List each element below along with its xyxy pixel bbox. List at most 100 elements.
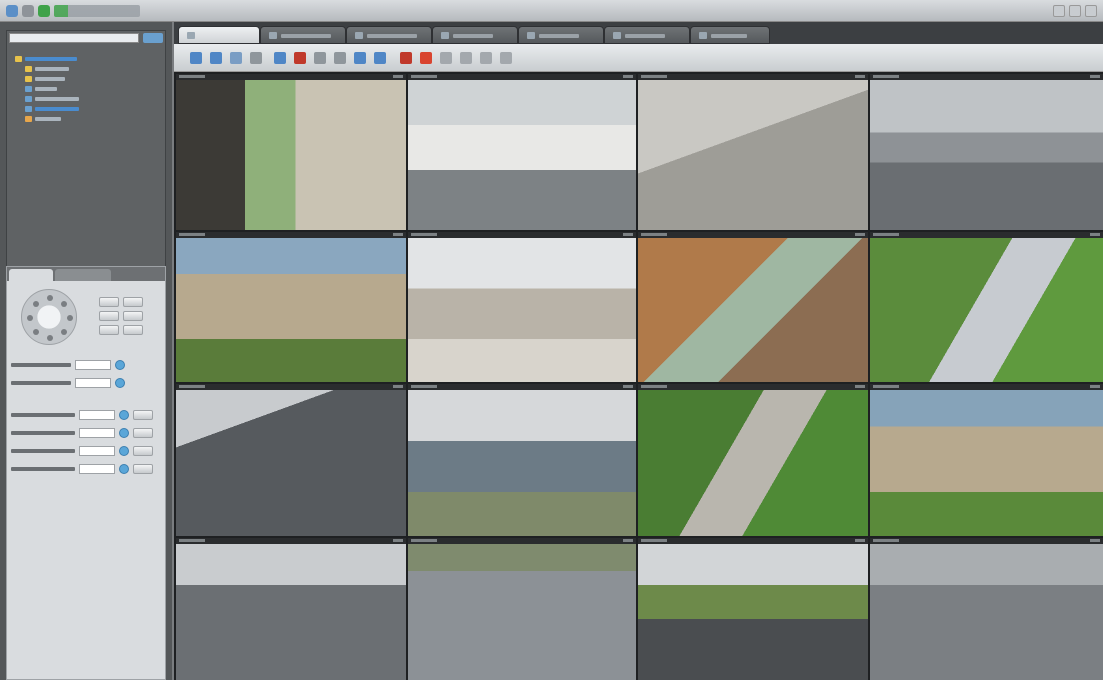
zoom-icon[interactable]: [480, 52, 492, 64]
camera-tile[interactable]: [408, 232, 636, 382]
camera-tile[interactable]: [408, 74, 636, 230]
tree-search-input[interactable]: [9, 33, 139, 43]
talk-icon[interactable]: [460, 52, 472, 64]
ptz-downleft-icon[interactable]: [33, 329, 39, 335]
camera-feed-parking-ramp: [870, 544, 1103, 680]
settings-icon[interactable]: [500, 52, 512, 64]
iris-close-button[interactable]: [123, 325, 143, 335]
camera-tile[interactable]: [176, 384, 406, 536]
ptz-upright-icon[interactable]: [61, 301, 67, 307]
ptz-speed-field-2[interactable]: [75, 377, 111, 388]
camera-tile[interactable]: [870, 232, 1103, 382]
ptz-right-icon[interactable]: [67, 315, 73, 321]
camera-tile[interactable]: [176, 538, 406, 680]
focus-near-button[interactable]: [99, 311, 119, 321]
ptz-speed-knob-1[interactable]: [115, 359, 125, 370]
layout-4x4-icon[interactable]: [250, 52, 262, 64]
tab-6[interactable]: [604, 26, 690, 44]
camera-feed-corridor-floor: [638, 80, 868, 230]
alarm-icon[interactable]: [420, 52, 432, 64]
focus-far-button[interactable]: [123, 311, 143, 321]
camera-tile[interactable]: [176, 74, 406, 230]
app-menu-icon[interactable]: [22, 5, 34, 17]
ptz-left-icon[interactable]: [27, 315, 33, 321]
tree-item-camera-3[interactable]: [25, 105, 79, 113]
live-view-icon: [187, 32, 195, 39]
camera-feed-city-rooftop-view: [408, 390, 636, 536]
scan-knob[interactable]: [119, 463, 129, 474]
folder-icon: [25, 76, 32, 82]
tree-item-group-2[interactable]: [25, 75, 65, 83]
ptz-up-icon[interactable]: [47, 295, 53, 301]
camera-feed-parking-lot-car: [176, 544, 406, 680]
camera-tile[interactable]: [176, 232, 406, 382]
ptz-speed-knob-2[interactable]: [115, 377, 125, 388]
camera-tile[interactable]: [870, 74, 1103, 230]
preset-go-button[interactable]: [133, 409, 153, 420]
maximize-icon[interactable]: [1069, 5, 1081, 17]
tree-item-root[interactable]: [15, 55, 77, 63]
layout-2x2-icon[interactable]: [210, 52, 222, 64]
scan-go-button[interactable]: [133, 463, 153, 474]
snapshot-icon[interactable]: [334, 52, 346, 64]
tab-3[interactable]: [346, 26, 432, 44]
sequence-icon[interactable]: [314, 52, 326, 64]
layout-custom-icon[interactable]: [274, 52, 286, 64]
preset-row: [11, 409, 153, 420]
track-go-button[interactable]: [133, 445, 153, 456]
tab-ptz[interactable]: [9, 269, 53, 281]
scan-field[interactable]: [79, 463, 115, 474]
cruise-knob[interactable]: [119, 427, 129, 438]
tab-4[interactable]: [432, 26, 518, 44]
tab-preset[interactable]: [55, 269, 111, 281]
tree-item-camera-1[interactable]: [25, 85, 57, 93]
camera-tile[interactable]: [638, 384, 868, 536]
ptz-speed-field-1[interactable]: [75, 359, 111, 370]
camera-tile[interactable]: [870, 384, 1103, 536]
stop-all-icon[interactable]: [294, 52, 306, 64]
camera-feed-lab-desk: [408, 80, 636, 230]
camera-tile[interactable]: [638, 538, 868, 680]
camera-tile[interactable]: [870, 538, 1103, 680]
camera-tile[interactable]: [408, 538, 636, 680]
tab-5[interactable]: [518, 26, 604, 44]
zoom-out-button[interactable]: [123, 297, 143, 307]
playback-icon[interactable]: [354, 52, 366, 64]
camera-tile[interactable]: [638, 232, 868, 382]
tree-item-camera-2[interactable]: [25, 95, 79, 103]
track-knob[interactable]: [119, 445, 129, 456]
fullscreen-icon[interactable]: [374, 52, 386, 64]
audio-icon[interactable]: [440, 52, 452, 64]
tab-live-view[interactable]: [178, 26, 260, 44]
cruise-go-button[interactable]: [133, 427, 153, 438]
video-grid: [174, 72, 1103, 680]
camera-tile[interactable]: [408, 384, 636, 536]
ptz-down-icon[interactable]: [47, 335, 53, 341]
ptz-dpad[interactable]: [21, 289, 77, 345]
record-icon[interactable]: [400, 52, 412, 64]
preset-knob[interactable]: [119, 409, 129, 420]
ptz-upleft-icon[interactable]: [33, 301, 39, 307]
tab-2[interactable]: [260, 26, 346, 44]
tree-search-button[interactable]: [143, 33, 163, 43]
tab-7[interactable]: [690, 26, 770, 44]
tree-item-group-1[interactable]: [25, 65, 69, 73]
ptz-speed-row-2: [11, 377, 125, 388]
preset-field[interactable]: [79, 409, 115, 420]
layout-1x1-icon[interactable]: [190, 52, 202, 64]
minimize-icon[interactable]: [1053, 5, 1065, 17]
camera-feed-escalator-atrium: [638, 238, 868, 382]
track-field[interactable]: [79, 445, 115, 456]
zoom-in-button[interactable]: [99, 297, 119, 307]
tree-item-map[interactable]: [25, 115, 61, 123]
scan-row: [11, 463, 153, 474]
layout-3x3-icon[interactable]: [230, 52, 242, 64]
window-titlebar: [0, 0, 1103, 22]
cruise-field[interactable]: [79, 427, 115, 438]
close-icon[interactable]: [1085, 5, 1097, 17]
ptz-downright-icon[interactable]: [61, 329, 67, 335]
camera-tile[interactable]: [638, 74, 868, 230]
left-panel: [0, 22, 172, 680]
iris-open-button[interactable]: [99, 325, 119, 335]
ptz-control-panel: [6, 266, 166, 680]
